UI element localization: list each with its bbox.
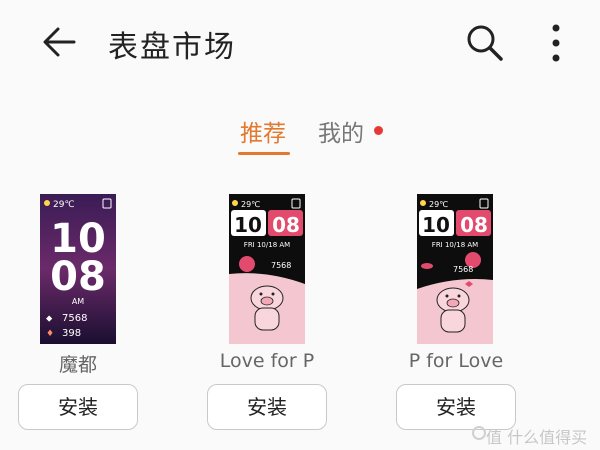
svg-text:♦: ♦ bbox=[46, 329, 54, 339]
install-button-modu[interactable]: 安装 bbox=[18, 384, 138, 430]
face1-name: 魔都 bbox=[58, 354, 97, 376]
watermark-logo-icon bbox=[472, 426, 486, 440]
face3-hour: 10 bbox=[422, 213, 450, 237]
watch-face-preview-modu[interactable]: 29℃ 10 08 AM 7568 ⬥ 398 ♦ bbox=[40, 194, 116, 344]
watch-face-preview-love-for-p[interactable]: 29℃ 10 08 FRI 10/18 AM 7568 bbox=[229, 194, 305, 344]
install-button-love-for-p[interactable]: 安装 bbox=[207, 384, 327, 430]
face1-minute: 08 bbox=[50, 254, 106, 300]
tab-mine[interactable]: 我的 bbox=[318, 114, 364, 148]
app-header: 表盘市场 bbox=[0, 0, 600, 90]
watch-face-preview-p-for-love[interactable]: 29℃ 10 08 FRI 10/18 AM 7568 bbox=[417, 194, 493, 344]
face1-ampm: AM bbox=[72, 297, 84, 306]
face3-name: P for Love bbox=[408, 350, 504, 372]
watermark: 值 什么值得买 bbox=[486, 428, 588, 447]
face1-steps: 7568 bbox=[62, 313, 87, 324]
face3-date: FRI 10/18 AM bbox=[432, 241, 478, 249]
tab-recommended[interactable]: 推荐 bbox=[240, 114, 286, 148]
face2-steps: 7568 bbox=[271, 261, 291, 270]
face2-hour: 10 bbox=[234, 213, 262, 237]
face3-minute: 08 bbox=[460, 213, 488, 237]
back-arrow-icon[interactable] bbox=[38, 20, 82, 64]
face1-calories: 398 bbox=[62, 328, 81, 339]
more-options-icon[interactable] bbox=[538, 18, 574, 68]
face2-name: Love for P bbox=[219, 350, 315, 372]
tab-bar: 推荐 我的 bbox=[0, 110, 600, 160]
face2-minute: 08 bbox=[272, 213, 300, 237]
face2-temp: 29℃ bbox=[241, 200, 260, 209]
face1-temp: 29℃ bbox=[53, 200, 75, 210]
face3-steps: 7568 bbox=[453, 265, 473, 274]
face3-temp: 29℃ bbox=[429, 200, 448, 209]
active-tab-indicator bbox=[238, 152, 290, 155]
face2-date: FRI 10/18 AM bbox=[244, 241, 290, 249]
search-icon[interactable] bbox=[462, 20, 506, 64]
svg-text:⬥: ⬥ bbox=[46, 314, 53, 324]
notification-dot bbox=[374, 126, 383, 135]
page-title: 表盘市场 bbox=[108, 30, 236, 65]
